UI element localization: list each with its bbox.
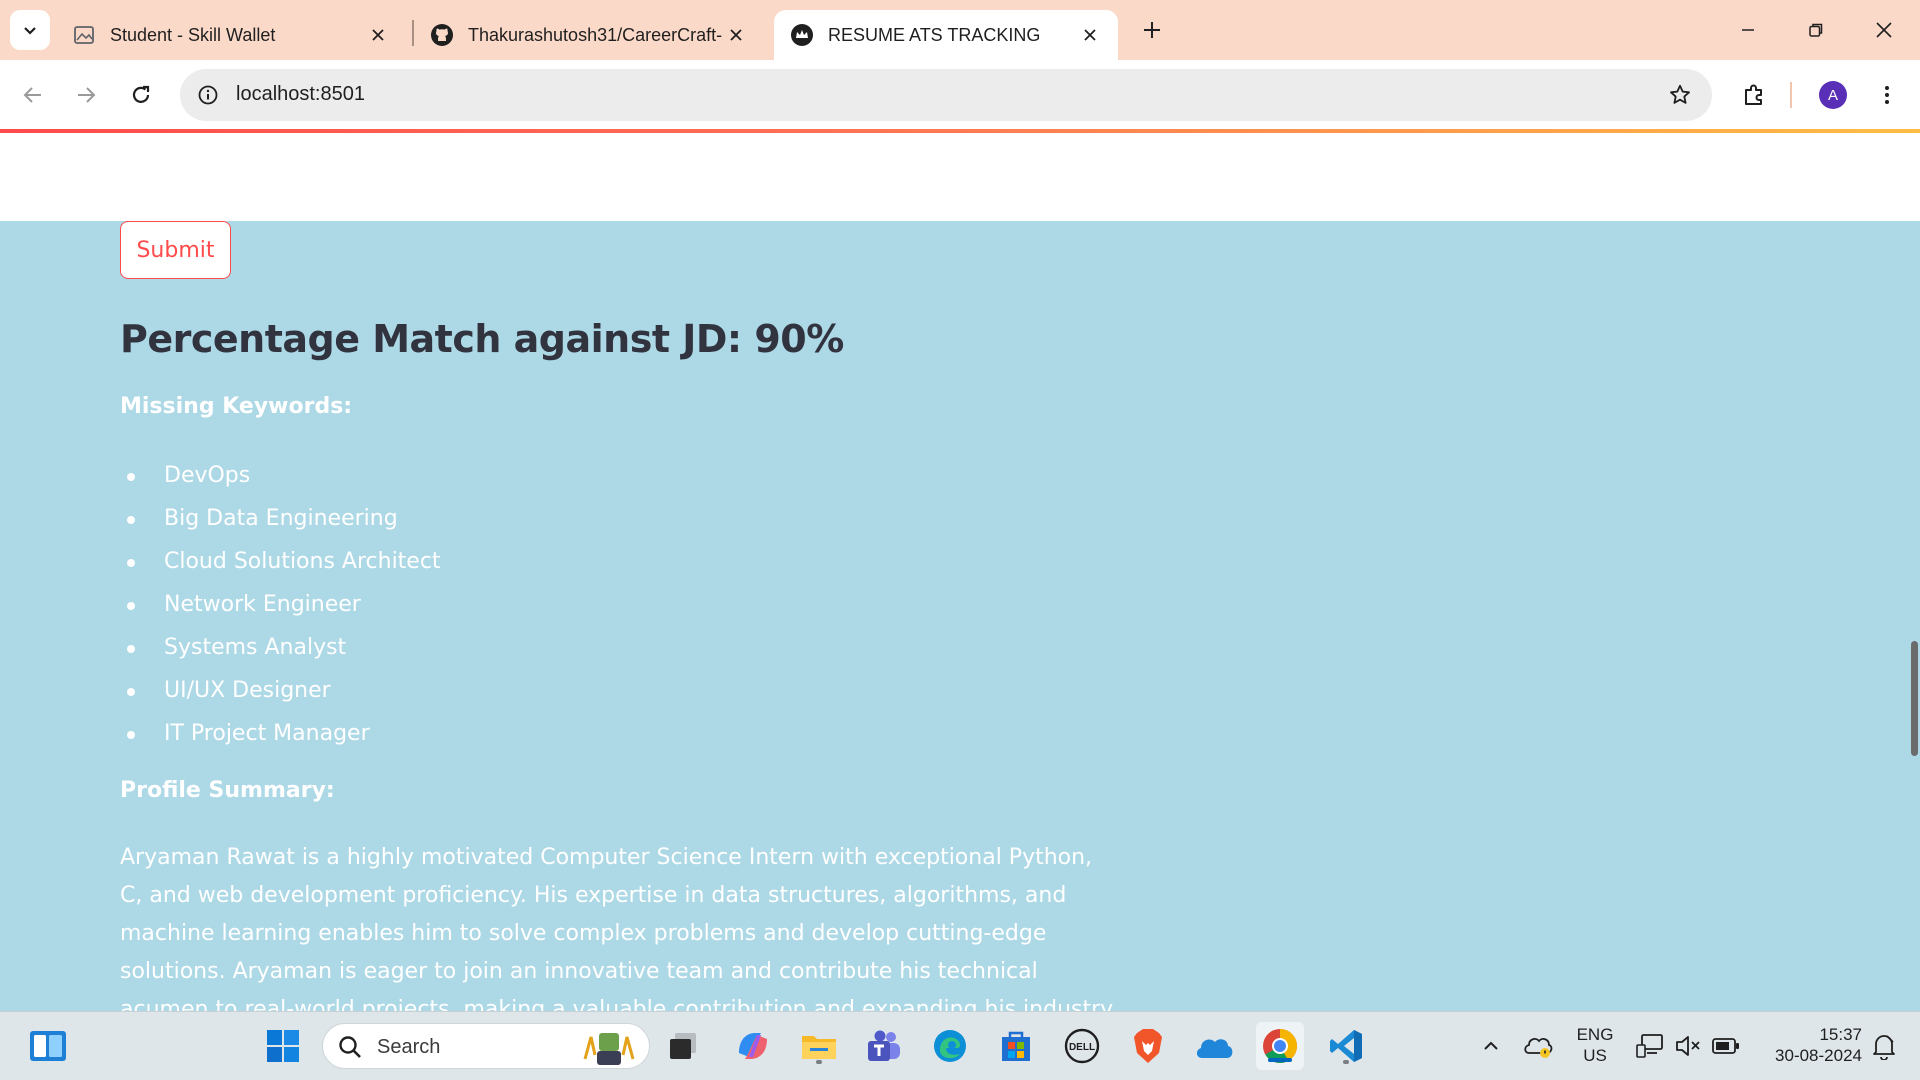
reload-icon bbox=[132, 85, 150, 103]
close-icon[interactable] bbox=[366, 23, 390, 47]
arrow-right-icon bbox=[78, 87, 96, 103]
onedrive-warning-tray-icon[interactable] bbox=[1514, 1022, 1562, 1070]
chrome-active-indicator bbox=[1268, 1058, 1292, 1062]
tab-github[interactable]: Thakurashutosh31/CareerCraft- bbox=[414, 10, 764, 60]
profile-summary-label: Profile Summary: bbox=[120, 778, 335, 803]
page-header-area bbox=[0, 133, 1920, 221]
extensions-button[interactable] bbox=[1734, 75, 1774, 115]
percentage-match-heading: Percentage Match against JD: 90% bbox=[120, 317, 844, 361]
search-placeholder: Search bbox=[377, 1036, 441, 1058]
toolbar-divider bbox=[1790, 82, 1792, 108]
network-icon[interactable] bbox=[1630, 1022, 1670, 1070]
show-hidden-icons-chevron-icon[interactable] bbox=[1467, 1022, 1515, 1070]
restore-icon bbox=[1809, 23, 1823, 37]
svg-text:DELL: DELL bbox=[1069, 1042, 1095, 1053]
widgets-icon[interactable] bbox=[24, 1022, 72, 1070]
tab-title: Student - Skill Wallet bbox=[110, 24, 276, 45]
image-broken-icon bbox=[72, 23, 96, 47]
volume-muted-icon[interactable] bbox=[1668, 1022, 1708, 1070]
list-item: Cloud Solutions Architect bbox=[120, 540, 441, 583]
teams-icon[interactable] bbox=[860, 1022, 908, 1070]
bookmark-star-icon[interactable] bbox=[1666, 81, 1694, 109]
tab-title: Thakurashutosh31/CareerCraft- bbox=[468, 24, 723, 45]
list-item: UI/UX Designer bbox=[120, 669, 441, 712]
tab-resume-ats[interactable]: RESUME ATS TRACKING bbox=[774, 10, 1118, 60]
reload-button[interactable] bbox=[121, 75, 161, 115]
tab-skill-wallet[interactable]: Student - Skill Wallet bbox=[56, 10, 406, 60]
plus-icon bbox=[1144, 22, 1160, 38]
list-item: Systems Analyst bbox=[120, 626, 441, 669]
browser-menu-button[interactable] bbox=[1867, 75, 1907, 115]
onedrive-icon[interactable] bbox=[1190, 1022, 1238, 1070]
clock-time: 15:37 bbox=[1819, 1025, 1862, 1044]
clock[interactable]: 15:37 30-08-2024 bbox=[1756, 1024, 1862, 1066]
submit-button[interactable]: Submit bbox=[120, 221, 231, 279]
tab-search-button[interactable] bbox=[10, 10, 50, 50]
address-bar[interactable]: localhost:8501 bbox=[180, 69, 1712, 121]
search-highlight-icon bbox=[583, 1033, 635, 1065]
new-tab-button[interactable] bbox=[1136, 14, 1168, 46]
file-explorer-running-indicator bbox=[816, 1060, 822, 1064]
list-item: IT Project Manager bbox=[120, 712, 441, 755]
language-line2: US bbox=[1583, 1046, 1607, 1065]
edge-icon[interactable] bbox=[926, 1022, 974, 1070]
language-indicator[interactable]: ENG US bbox=[1574, 1024, 1616, 1066]
brave-icon[interactable] bbox=[1124, 1022, 1172, 1070]
battery-icon[interactable] bbox=[1706, 1022, 1746, 1070]
main-content: Submit Percentage Match against JD: 90% … bbox=[0, 221, 1920, 1011]
language-line1: ENG bbox=[1576, 1025, 1614, 1044]
windows-start-icon[interactable] bbox=[259, 1022, 307, 1070]
missing-keywords-list: DevOps Big Data Engineering Cloud Soluti… bbox=[120, 454, 441, 755]
list-item: Big Data Engineering bbox=[120, 497, 441, 540]
more-vertical-icon bbox=[1885, 86, 1889, 104]
back-button[interactable] bbox=[13, 75, 53, 115]
profile-avatar[interactable]: A bbox=[1819, 81, 1847, 109]
browser-toolbar: localhost:8501 A bbox=[0, 60, 1920, 130]
info-icon[interactable] bbox=[194, 81, 222, 109]
restore-button[interactable] bbox=[1788, 10, 1844, 50]
close-icon bbox=[1876, 22, 1892, 38]
github-icon bbox=[430, 23, 454, 47]
dell-icon[interactable]: DELL bbox=[1058, 1022, 1106, 1070]
close-icon[interactable] bbox=[1078, 23, 1102, 47]
search-icon bbox=[339, 1036, 361, 1058]
task-view-icon[interactable] bbox=[659, 1022, 707, 1070]
tab-title: RESUME ATS TRACKING bbox=[828, 24, 1041, 45]
url-text[interactable]: localhost:8501 bbox=[236, 83, 365, 106]
chevron-down-icon bbox=[24, 27, 36, 35]
list-item: Network Engineer bbox=[120, 583, 441, 626]
arrow-left-icon bbox=[23, 87, 41, 103]
list-item: DevOps bbox=[120, 454, 441, 497]
missing-keywords-label: Missing Keywords: bbox=[120, 394, 353, 419]
taskbar: Search DELL ENG US 15:37 30-08-2024 bbox=[0, 1011, 1920, 1080]
chrome-icon[interactable] bbox=[1256, 1022, 1304, 1070]
profile-summary-text: Aryaman Rawat is a highly motivated Comp… bbox=[120, 845, 1114, 1011]
microsoft-store-icon[interactable] bbox=[992, 1022, 1040, 1070]
forward-button[interactable] bbox=[66, 75, 106, 115]
clock-date: 30-08-2024 bbox=[1775, 1046, 1862, 1065]
minimize-button[interactable] bbox=[1720, 10, 1776, 50]
notifications-bell-icon[interactable] bbox=[1864, 1022, 1904, 1070]
close-window-button[interactable] bbox=[1856, 10, 1912, 50]
close-icon[interactable] bbox=[724, 23, 748, 47]
scrollbar[interactable] bbox=[1911, 641, 1918, 756]
streamlit-crown-icon bbox=[790, 23, 814, 47]
vscode-running-indicator bbox=[1343, 1060, 1349, 1064]
taskbar-search[interactable]: Search bbox=[322, 1023, 650, 1069]
puzzle-icon bbox=[1745, 84, 1762, 105]
minimize-icon bbox=[1742, 29, 1754, 31]
copilot-icon[interactable] bbox=[729, 1022, 777, 1070]
tab-strip: Student - Skill Wallet Thakurashutosh31/… bbox=[0, 0, 1920, 60]
